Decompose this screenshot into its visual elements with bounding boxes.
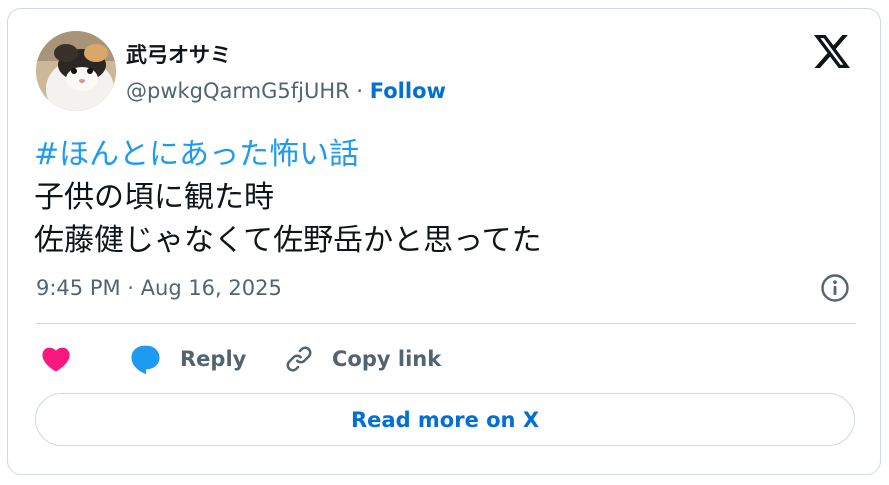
- tweet-line: 子供の頃に観た時: [34, 180, 274, 215]
- author-handle-row: @pwkgQarmG5fjUHR · Follow: [126, 79, 446, 103]
- info-icon[interactable]: [820, 273, 850, 303]
- read-more-button[interactable]: Read more on X: [35, 393, 855, 446]
- reply-button[interactable]: Reply: [129, 339, 246, 379]
- copy-link-label: Copy link: [332, 347, 442, 371]
- avatar[interactable]: [36, 31, 116, 111]
- reply-label: Reply: [180, 347, 247, 371]
- divider: [36, 323, 856, 324]
- handle-separator: ·: [349, 79, 370, 103]
- heart-icon: [42, 347, 70, 372]
- tweet-timestamp[interactable]: 9:45 PM · Aug 16, 2025: [36, 276, 282, 300]
- follow-link[interactable]: Follow: [370, 79, 446, 103]
- x-logo-icon[interactable]: [814, 35, 850, 68]
- author-handle[interactable]: @pwkgQarmG5fjUHR: [126, 79, 350, 103]
- action-bar: Reply Copy link: [36, 339, 856, 379]
- author-display-name[interactable]: 武弓オサミ: [126, 39, 231, 69]
- hashtag-link[interactable]: #ほんとにあった怖い話: [34, 133, 542, 176]
- like-button[interactable]: [40, 339, 72, 379]
- link-icon: [286, 346, 312, 372]
- tweet-line: 佐藤健じゃなくて佐野岳かと思ってた: [34, 223, 542, 258]
- speech-bubble-icon: [131, 345, 160, 374]
- tweet-embed-card: 武弓オサミ @pwkgQarmG5fjUHR · Follow #ほんとにあった…: [7, 8, 881, 475]
- copy-link-button[interactable]: Copy link: [284, 339, 441, 379]
- read-more-label: Read more on X: [350, 407, 540, 432]
- avatar-cat-image: [36, 31, 116, 111]
- tweet-text: #ほんとにあった怖い話 子供の頃に観た時 佐藤健じゃなくて佐野岳かと思ってた: [34, 133, 542, 262]
